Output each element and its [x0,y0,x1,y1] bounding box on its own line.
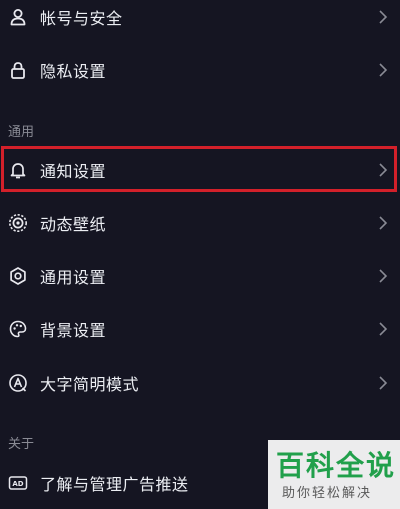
chevron-right-icon [379,62,388,77]
settings-item-label: 背景设置 [40,320,107,340]
settings-item-notifications[interactable]: 通知设置 [0,143,400,196]
section-title-about: 关于 [8,437,35,452]
watermark-logo: 百科全说 助你轻松解决 [268,440,400,509]
ad-icon: AD [8,475,28,490]
settings-item-label: 通用设置 [40,267,107,287]
chevron-right-icon [379,375,388,390]
person-icon [10,8,26,25]
chevron-right-icon [379,162,388,177]
font-size-icon [9,373,27,392]
bell-icon [10,162,26,178]
settings-item-label: 帐号与安全 [40,8,123,28]
settings-item-label: 了解与管理广告推送 [40,474,189,494]
settings-item-privacy[interactable]: 隐私设置 [0,43,400,96]
settings-item-label: 通知设置 [40,161,107,181]
live-wallpaper-icon [9,213,27,232]
svg-text:AD: AD [12,480,23,488]
settings-item-live-wallpaper[interactable]: 动态壁纸 [0,196,400,249]
settings-item-account-security[interactable]: 帐号与安全 [0,0,400,43]
settings-item-label: 隐私设置 [40,61,107,81]
settings-item-label: 动态壁纸 [40,214,107,234]
settings-item-background[interactable]: 背景设置 [0,302,400,355]
section-title-general: 通用 [8,125,35,140]
settings-item-general-settings[interactable]: 通用设置 [0,249,400,302]
gear-icon [10,266,26,285]
chevron-right-icon [379,215,388,230]
settings-item-label: 大字简明模式 [40,374,140,394]
watermark-subtitle: 助你轻松解决 [282,486,373,501]
chevron-right-icon [379,268,388,283]
watermark-title: 百科全说 [276,449,397,482]
chevron-right-icon [379,321,388,336]
chevron-right-icon [379,9,388,24]
lock-icon [11,61,25,79]
palette-icon [9,320,27,337]
settings-item-large-font-mode[interactable]: 大字简明模式 [0,356,400,409]
